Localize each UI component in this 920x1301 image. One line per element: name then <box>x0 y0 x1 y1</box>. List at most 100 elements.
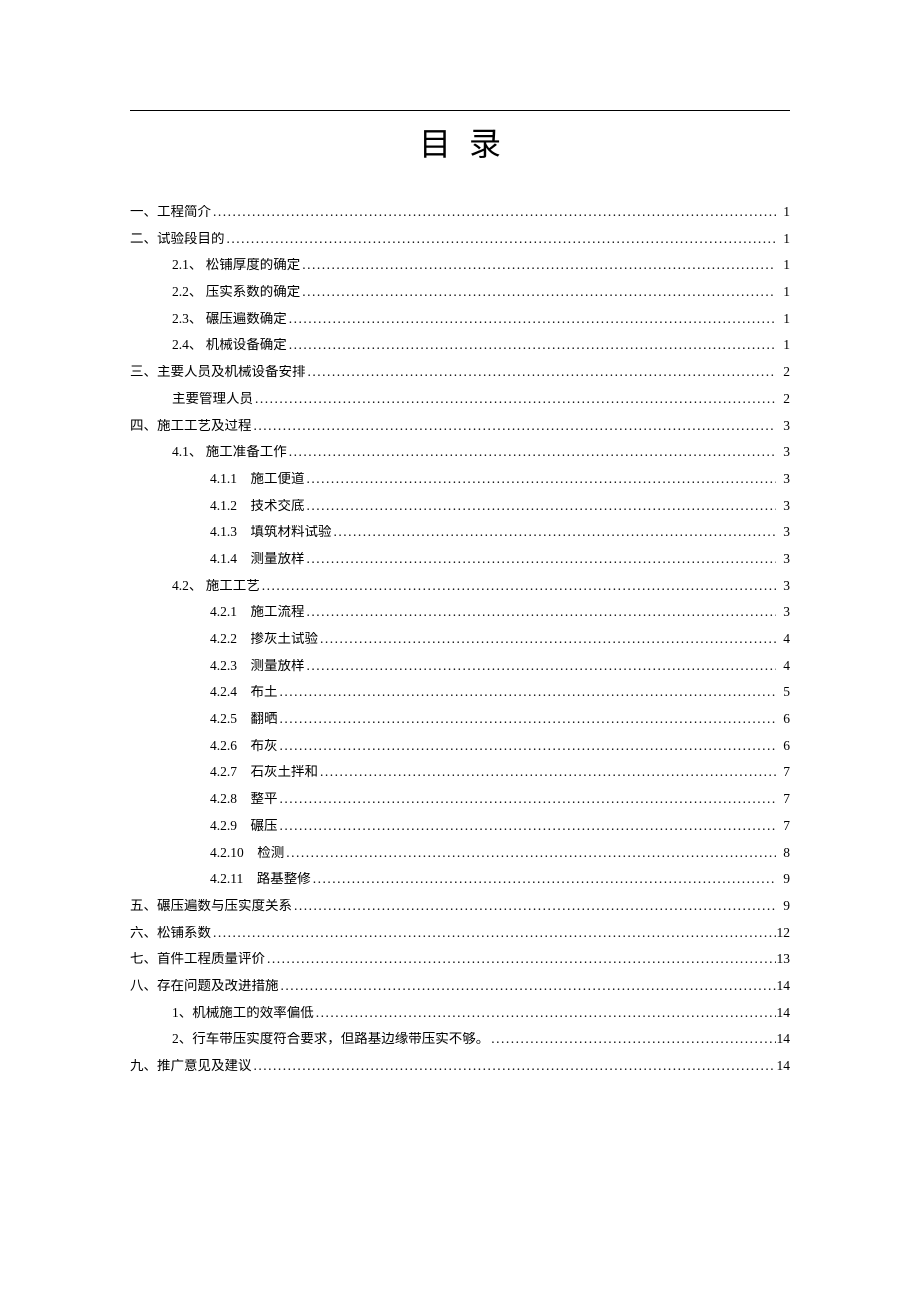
toc-entry[interactable]: 九、推广意见及建议 14 <box>130 1059 790 1073</box>
toc-entry-page: 6 <box>776 712 790 726</box>
toc-entry[interactable]: 4.2.7 石灰土拌和 7 <box>130 765 790 779</box>
toc-leader-dots <box>278 685 777 699</box>
toc-entry-label: 4.1、 施工准备工作 <box>172 445 287 459</box>
toc-leader-dots <box>211 926 776 940</box>
toc-entry[interactable]: 4.1.2 技术交底3 <box>130 499 790 513</box>
toc-entry-page: 1 <box>776 285 790 299</box>
toc-entry[interactable]: 4.1.3 填筑材料试验3 <box>130 525 790 539</box>
toc-leader-dots <box>278 792 777 806</box>
toc-leader-dots <box>292 899 776 913</box>
toc-entry-label: 二、试验段目的 <box>130 232 225 246</box>
toc-entry[interactable]: 4.2.1 施工流程3 <box>130 605 790 619</box>
toc-entry[interactable]: 4.2.10 检测8 <box>130 846 790 860</box>
table-of-contents: 一、工程简介1二、试验段目的12.1、 松铺厚度的确定12.2、 压实系数的确定… <box>130 205 790 1073</box>
toc-entry[interactable]: 六、松铺系数 12 <box>130 926 790 940</box>
toc-entry-label: 4.2.8 整平 <box>210 792 278 806</box>
toc-entry[interactable]: 2、行车带压实度符合要求，但路基边缘带压实不够。14 <box>130 1032 790 1046</box>
toc-entry-label: 2.3、 碾压遍数确定 <box>172 312 287 326</box>
page-title: 目录 <box>130 119 790 165</box>
toc-entry-label: 4.1.4 测量放样 <box>210 552 305 566</box>
toc-entry[interactable]: 四、施工工艺及过程 3 <box>130 419 790 433</box>
toc-entry-page: 6 <box>776 739 790 753</box>
toc-leader-dots <box>318 632 776 646</box>
toc-entry-page: 5 <box>776 685 790 699</box>
toc-entry-page: 1 <box>776 258 790 272</box>
toc-entry-page: 3 <box>776 472 790 486</box>
toc-entry-page: 12 <box>776 926 790 940</box>
toc-entry-label: 4.2、 施工工艺 <box>172 579 260 593</box>
toc-leader-dots <box>278 819 777 833</box>
toc-entry-label: 2.4、 机械设备确定 <box>172 338 287 352</box>
toc-entry-page: 1 <box>776 205 790 219</box>
toc-entry-label: 七、首件工程质量评价 <box>130 952 265 966</box>
toc-entry-page: 13 <box>776 952 790 966</box>
toc-entry[interactable]: 4.1.4 测量放样 3 <box>130 552 790 566</box>
toc-entry[interactable]: 4.2.9 碾压 7 <box>130 819 790 833</box>
toc-leader-dots <box>260 579 776 593</box>
toc-entry-label: 2、行车带压实度符合要求，但路基边缘带压实不够。 <box>172 1032 489 1046</box>
toc-entry[interactable]: 2.2、 压实系数的确定 1 <box>130 285 790 299</box>
toc-entry-label: 4.2.4 布土 <box>210 685 278 699</box>
toc-leader-dots <box>305 472 777 486</box>
toc-entry[interactable]: 4.2.4 布土 5 <box>130 685 790 699</box>
toc-entry-page: 3 <box>776 525 790 539</box>
toc-entry-page: 7 <box>776 819 790 833</box>
toc-leader-dots <box>253 392 776 406</box>
toc-entry[interactable]: 4.1.1 施工便道3 <box>130 472 790 486</box>
toc-entry-page: 3 <box>776 552 790 566</box>
toc-entry-page: 9 <box>776 899 790 913</box>
toc-entry[interactable]: 三、主要人员及机械设备安排2 <box>130 365 790 379</box>
toc-entry-label: 主要管理人员 <box>172 392 253 406</box>
toc-entry-page: 7 <box>776 765 790 779</box>
toc-entry[interactable]: 4.2.8 整平7 <box>130 792 790 806</box>
toc-entry-label: 一、工程简介 <box>130 205 211 219</box>
toc-entry-label: 4.2.9 碾压 <box>210 819 278 833</box>
toc-leader-dots <box>300 285 776 299</box>
toc-entry[interactable]: 五、碾压遍数与压实度关系9 <box>130 899 790 913</box>
toc-entry[interactable]: 八、存在问题及改进措施14 <box>130 979 790 993</box>
toc-leader-dots <box>300 258 776 272</box>
toc-leader-dots <box>287 445 776 459</box>
toc-entry[interactable]: 2.1、 松铺厚度的确定 1 <box>130 258 790 272</box>
toc-entry-page: 14 <box>776 979 790 993</box>
toc-leader-dots <box>287 312 776 326</box>
toc-entry-page: 4 <box>776 632 790 646</box>
toc-entry[interactable]: 二、试验段目的1 <box>130 232 790 246</box>
toc-entry[interactable]: 4.2.3 测量放样4 <box>130 659 790 673</box>
toc-entry-label: 四、施工工艺及过程 <box>130 419 252 433</box>
toc-entry-label: 六、松铺系数 <box>130 926 211 940</box>
horizontal-rule <box>130 110 790 111</box>
toc-entry[interactable]: 4.2.5 翻晒6 <box>130 712 790 726</box>
toc-entry[interactable]: 4.1、 施工准备工作3 <box>130 445 790 459</box>
toc-entry[interactable]: 2.4、 机械设备确定1 <box>130 338 790 352</box>
toc-entry-page: 3 <box>776 605 790 619</box>
toc-entry-page: 14 <box>776 1059 790 1073</box>
toc-entry[interactable]: 七、首件工程质量评价 13 <box>130 952 790 966</box>
toc-entry[interactable]: 4.2.11 路基整修 9 <box>130 872 790 886</box>
toc-entry-label: 九、推广意见及建议 <box>130 1059 252 1073</box>
toc-entry-page: 3 <box>776 579 790 593</box>
document-page: 目录 一、工程简介1二、试验段目的12.1、 松铺厚度的确定12.2、 压实系数… <box>0 0 920 1073</box>
toc-entry-label: 4.2.11 路基整修 <box>210 872 311 886</box>
toc-entry-page: 9 <box>776 872 790 886</box>
toc-leader-dots <box>311 872 776 886</box>
toc-entry-page: 3 <box>776 419 790 433</box>
toc-leader-dots <box>252 1059 777 1073</box>
toc-entry-label: 4.2.2 掺灰土试验 <box>210 632 318 646</box>
toc-entry-label: 2.1、 松铺厚度的确定 <box>172 258 300 272</box>
toc-leader-dots <box>287 338 776 352</box>
toc-entry[interactable]: 2.3、 碾压遍数确定1 <box>130 312 790 326</box>
toc-leader-dots <box>305 552 777 566</box>
toc-entry[interactable]: 4.2.2 掺灰土试验 4 <box>130 632 790 646</box>
toc-entry-label: 2.2、 压实系数的确定 <box>172 285 300 299</box>
toc-leader-dots <box>318 765 776 779</box>
toc-entry[interactable]: 1、机械施工的效率偏低14 <box>130 1006 790 1020</box>
toc-entry[interactable]: 一、工程简介 1 <box>130 205 790 219</box>
toc-entry-page: 4 <box>776 659 790 673</box>
toc-leader-dots <box>265 952 776 966</box>
toc-entry-label: 4.2.7 石灰土拌和 <box>210 765 318 779</box>
toc-entry[interactable]: 主要管理人员2 <box>130 392 790 406</box>
toc-leader-dots <box>211 205 776 219</box>
toc-entry[interactable]: 4.2、 施工工艺 3 <box>130 579 790 593</box>
toc-entry[interactable]: 4.2.6 布灰6 <box>130 739 790 753</box>
